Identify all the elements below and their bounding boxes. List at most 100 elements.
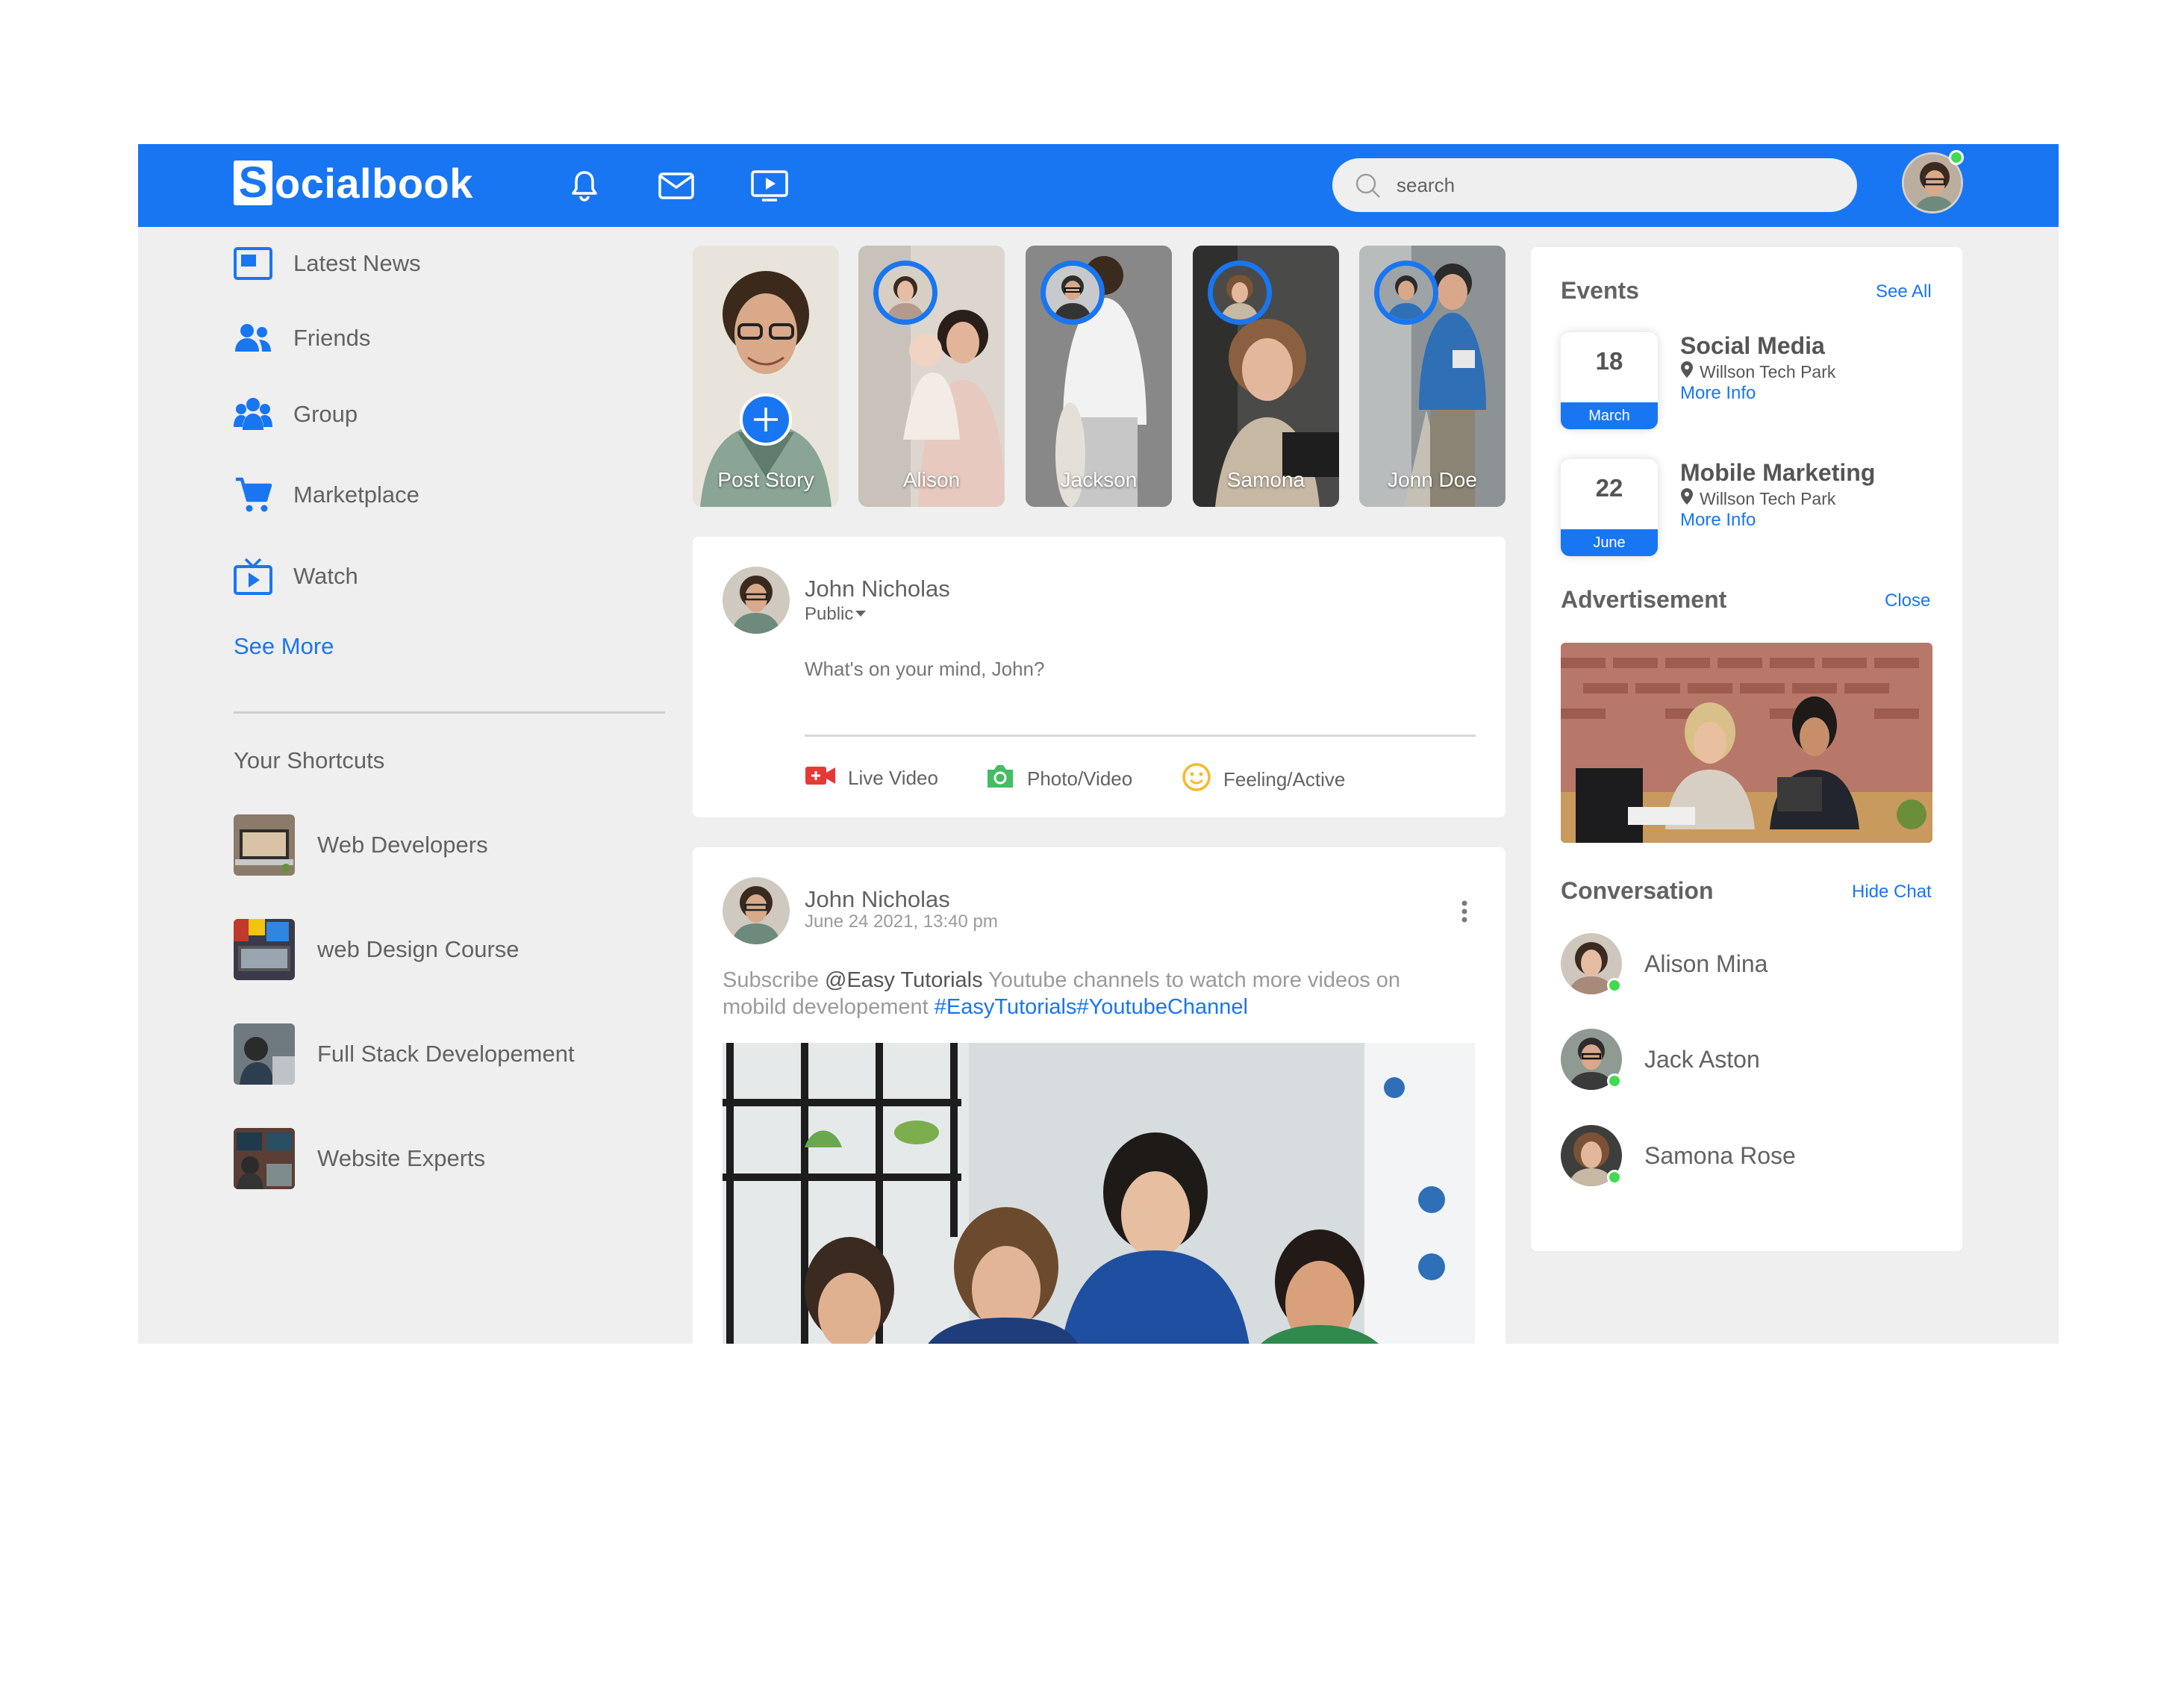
event-date-badge: 22 June <box>1561 459 1658 556</box>
story-name: Jonn Doe <box>1388 468 1477 491</box>
tv-icon <box>234 557 272 596</box>
notification-bell-icon[interactable] <box>564 165 605 207</box>
contact-jack-aston[interactable]: Jack Aston <box>1561 1029 1760 1090</box>
post-timestamp: June 24 2021, 13:40 pm <box>805 911 998 932</box>
post-author-avatar[interactable] <box>723 877 790 944</box>
sidebar-divider <box>234 711 665 714</box>
news-icon <box>234 244 272 283</box>
event-date-badge: 18 March <box>1561 332 1658 429</box>
story-avatar <box>1374 261 1438 325</box>
search-bar <box>1332 158 1857 212</box>
see-more-link[interactable]: See More <box>234 633 334 660</box>
shortcut-web-design-course[interactable]: web Design Course <box>234 919 520 980</box>
video-play-icon[interactable] <box>749 165 790 207</box>
online-status-dot <box>1949 150 1964 165</box>
hide-chat-link[interactable]: Hide Chat <box>1852 882 1932 903</box>
story-name: Alison <box>902 468 961 491</box>
events-title: Events <box>1561 277 1639 304</box>
smiley-icon <box>1182 762 1211 797</box>
sidebar-item-latest-news[interactable]: Latest News <box>234 241 421 286</box>
sidebar-item-friends[interactable]: Friends <box>234 316 370 361</box>
shortcut-label: web Design Course <box>317 936 520 962</box>
shortcut-full-stack[interactable]: Full Stack Developement <box>234 1023 575 1085</box>
inbox-mail-icon[interactable] <box>655 165 697 207</box>
post-composer-card: John Nicholas Public Live Video Photo/Vi… <box>693 537 1506 817</box>
story-card-alison[interactable]: Alison <box>858 246 1005 507</box>
shortcut-label: Web Developers <box>317 832 488 858</box>
photo-video-label: Photo/Video <box>1027 767 1133 790</box>
search-icon <box>1355 172 1382 203</box>
search-input[interactable] <box>1397 158 1837 212</box>
events-see-all-link[interactable]: See All <box>1876 281 1932 302</box>
shortcut-web-developers[interactable]: Web Developers <box>234 814 488 876</box>
privacy-label: Public <box>805 604 854 624</box>
story-avatar <box>1208 261 1272 325</box>
cart-icon <box>234 476 272 514</box>
contact-name: Jack Aston <box>1644 1045 1760 1073</box>
add-story-button[interactable] <box>740 393 792 446</box>
sidebar-item-label: Group <box>293 401 358 427</box>
sidebar-item-label: Marketplace <box>293 481 419 508</box>
event-day: 22 <box>1595 474 1623 502</box>
conversation-title: Conversation <box>1561 877 1714 904</box>
event-title: Social Media <box>1680 332 1825 359</box>
live-video-button[interactable]: Live Video <box>805 765 938 791</box>
shortcut-website-experts[interactable]: Website Experts <box>234 1128 485 1189</box>
event-location-text: Willson Tech Park <box>1700 361 1836 381</box>
post-mention-link[interactable]: @Easy Tutorials <box>825 968 983 992</box>
event-more-info-link[interactable]: More Info <box>1680 510 1756 531</box>
composer-divider <box>805 735 1476 737</box>
shortcut-thumbnail <box>234 1023 295 1085</box>
sidebar-item-label: Latest News <box>293 250 421 276</box>
post-hashtags-link[interactable]: #EasyTutorials#YoutubeChannel <box>935 995 1248 1019</box>
camera-icon <box>985 764 1015 794</box>
live-video-label: Live Video <box>848 767 938 789</box>
contact-avatar <box>1561 1125 1622 1186</box>
sidebar-item-watch[interactable]: Watch <box>234 554 358 599</box>
story-card-jackson[interactable]: Jackson <box>1026 246 1172 507</box>
contact-alison-mina[interactable]: Alison Mina <box>1561 933 1768 994</box>
feeling-activity-button[interactable]: Feeling/Active <box>1182 762 1345 797</box>
shortcut-thumbnail <box>234 1128 295 1189</box>
more-options-icon[interactable] <box>1460 900 1469 927</box>
location-pin-icon <box>1680 487 1694 510</box>
app-window: S ocialbook Latest News <box>138 144 2059 1344</box>
event-month: March <box>1561 402 1658 429</box>
contact-avatar <box>1561 933 1622 994</box>
advertisement-close-link[interactable]: Close <box>1885 590 1930 611</box>
socialbook-logo[interactable]: S ocialbook <box>234 157 473 209</box>
advertisement-title: Advertisement <box>1561 586 1727 613</box>
story-card-jonn-doe[interactable]: Jonn Doe <box>1359 246 1506 507</box>
event-more-info-link[interactable]: More Info <box>1680 383 1756 404</box>
post-text: Subscribe @Easy Tutorials Youtube channe… <box>723 967 1469 1020</box>
live-video-icon <box>805 765 836 791</box>
story-card-post-story[interactable]: Post Story <box>693 246 839 507</box>
sidebar-item-label: Watch <box>293 563 358 589</box>
shortcut-label: Full Stack Developement <box>317 1041 575 1067</box>
post-author-name[interactable]: John Nicholas <box>805 886 950 913</box>
friends-icon <box>234 319 272 358</box>
shortcut-thumbnail <box>234 814 295 876</box>
sidebar-item-group[interactable]: Group <box>234 392 358 437</box>
story-card-samona[interactable]: Samona <box>1193 246 1339 507</box>
contact-samona-rose[interactable]: Samona Rose <box>1561 1125 1796 1186</box>
story-avatar <box>1040 261 1105 325</box>
shortcut-thumbnail <box>234 919 295 980</box>
location-pin-icon <box>1680 361 1694 383</box>
caret-down-icon <box>855 608 867 621</box>
advertisement-image[interactable] <box>1561 643 1932 843</box>
shortcut-label: Website Experts <box>317 1145 486 1171</box>
event-title: Mobile Marketing <box>1680 459 1876 486</box>
story-name: Jackson <box>1060 468 1138 491</box>
composer-avatar[interactable] <box>723 567 790 634</box>
privacy-selector[interactable]: Public <box>805 604 867 625</box>
online-status-dot <box>1607 1170 1622 1185</box>
photo-video-button[interactable]: Photo/Video <box>985 764 1132 794</box>
feeling-activity-label: Feeling/Active <box>1223 768 1346 791</box>
composer-input[interactable] <box>805 658 1476 717</box>
event-location: Willson Tech Park <box>1680 361 1835 383</box>
event-day: 18 <box>1595 347 1623 375</box>
sidebar-item-marketplace[interactable]: Marketplace <box>234 473 419 517</box>
post-image[interactable] <box>723 1043 1475 1344</box>
event-location-text: Willson Tech Park <box>1700 488 1836 508</box>
